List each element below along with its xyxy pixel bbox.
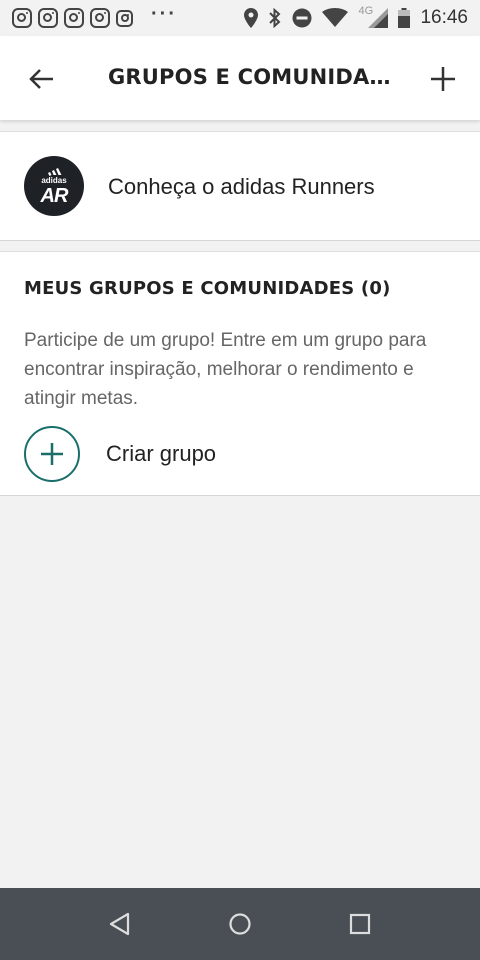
back-triangle-icon[interactable] (106, 910, 134, 938)
instagram-icon (38, 8, 58, 28)
clock-time: 16:46 (420, 7, 468, 28)
adidas-runners-label: Conheça o adidas Runners (108, 174, 375, 199)
my-groups-title: MEUS GRUPOS E COMUNIDADES (0) (24, 278, 391, 299)
ellipsis-icon: ··· (151, 3, 177, 25)
home-circle-icon[interactable] (226, 910, 254, 938)
location-icon (244, 8, 259, 28)
instagram-icon (90, 8, 110, 28)
plus-circle-icon (24, 426, 80, 482)
system-nav-bar (0, 888, 480, 960)
notification-icons: ··· (0, 4, 177, 28)
do-not-disturb-icon (292, 8, 312, 28)
signal-icon: 4G (358, 5, 389, 28)
app-bar: GRUPOS E COMUNIDADES (0, 36, 480, 120)
instagram-icon (64, 8, 84, 28)
my-groups-description: Participe de um grupo! Entre em um grupo… (24, 330, 427, 409)
battery-icon (398, 8, 411, 28)
create-group-label: Criar grupo (106, 441, 217, 466)
arrow-left-icon[interactable] (26, 64, 56, 94)
page-title: GRUPOS E COMUNIDADES (108, 65, 398, 89)
wifi-icon (322, 8, 349, 27)
system-icons: 4G 16:46 (244, 5, 480, 29)
recents-square-icon[interactable] (346, 910, 374, 938)
adidas-wordmark: adidas (41, 176, 67, 185)
bluetooth-icon (269, 8, 281, 28)
adidas-runners-card[interactable]: adidas AR Conheça o adidas Runners (0, 131, 480, 241)
ar-monogram: AR (40, 185, 69, 207)
my-groups-section: MEUS GRUPOS E COMUNIDADES (0) Participe … (0, 251, 480, 496)
plus-icon[interactable] (428, 64, 458, 94)
status-bar: ··· 4G 16:46 (0, 0, 480, 36)
instagram-icon (116, 9, 133, 27)
create-group-button[interactable]: Criar grupo (24, 424, 324, 484)
adidas-runners-avatar: adidas AR (24, 156, 84, 216)
instagram-icon (12, 8, 32, 28)
